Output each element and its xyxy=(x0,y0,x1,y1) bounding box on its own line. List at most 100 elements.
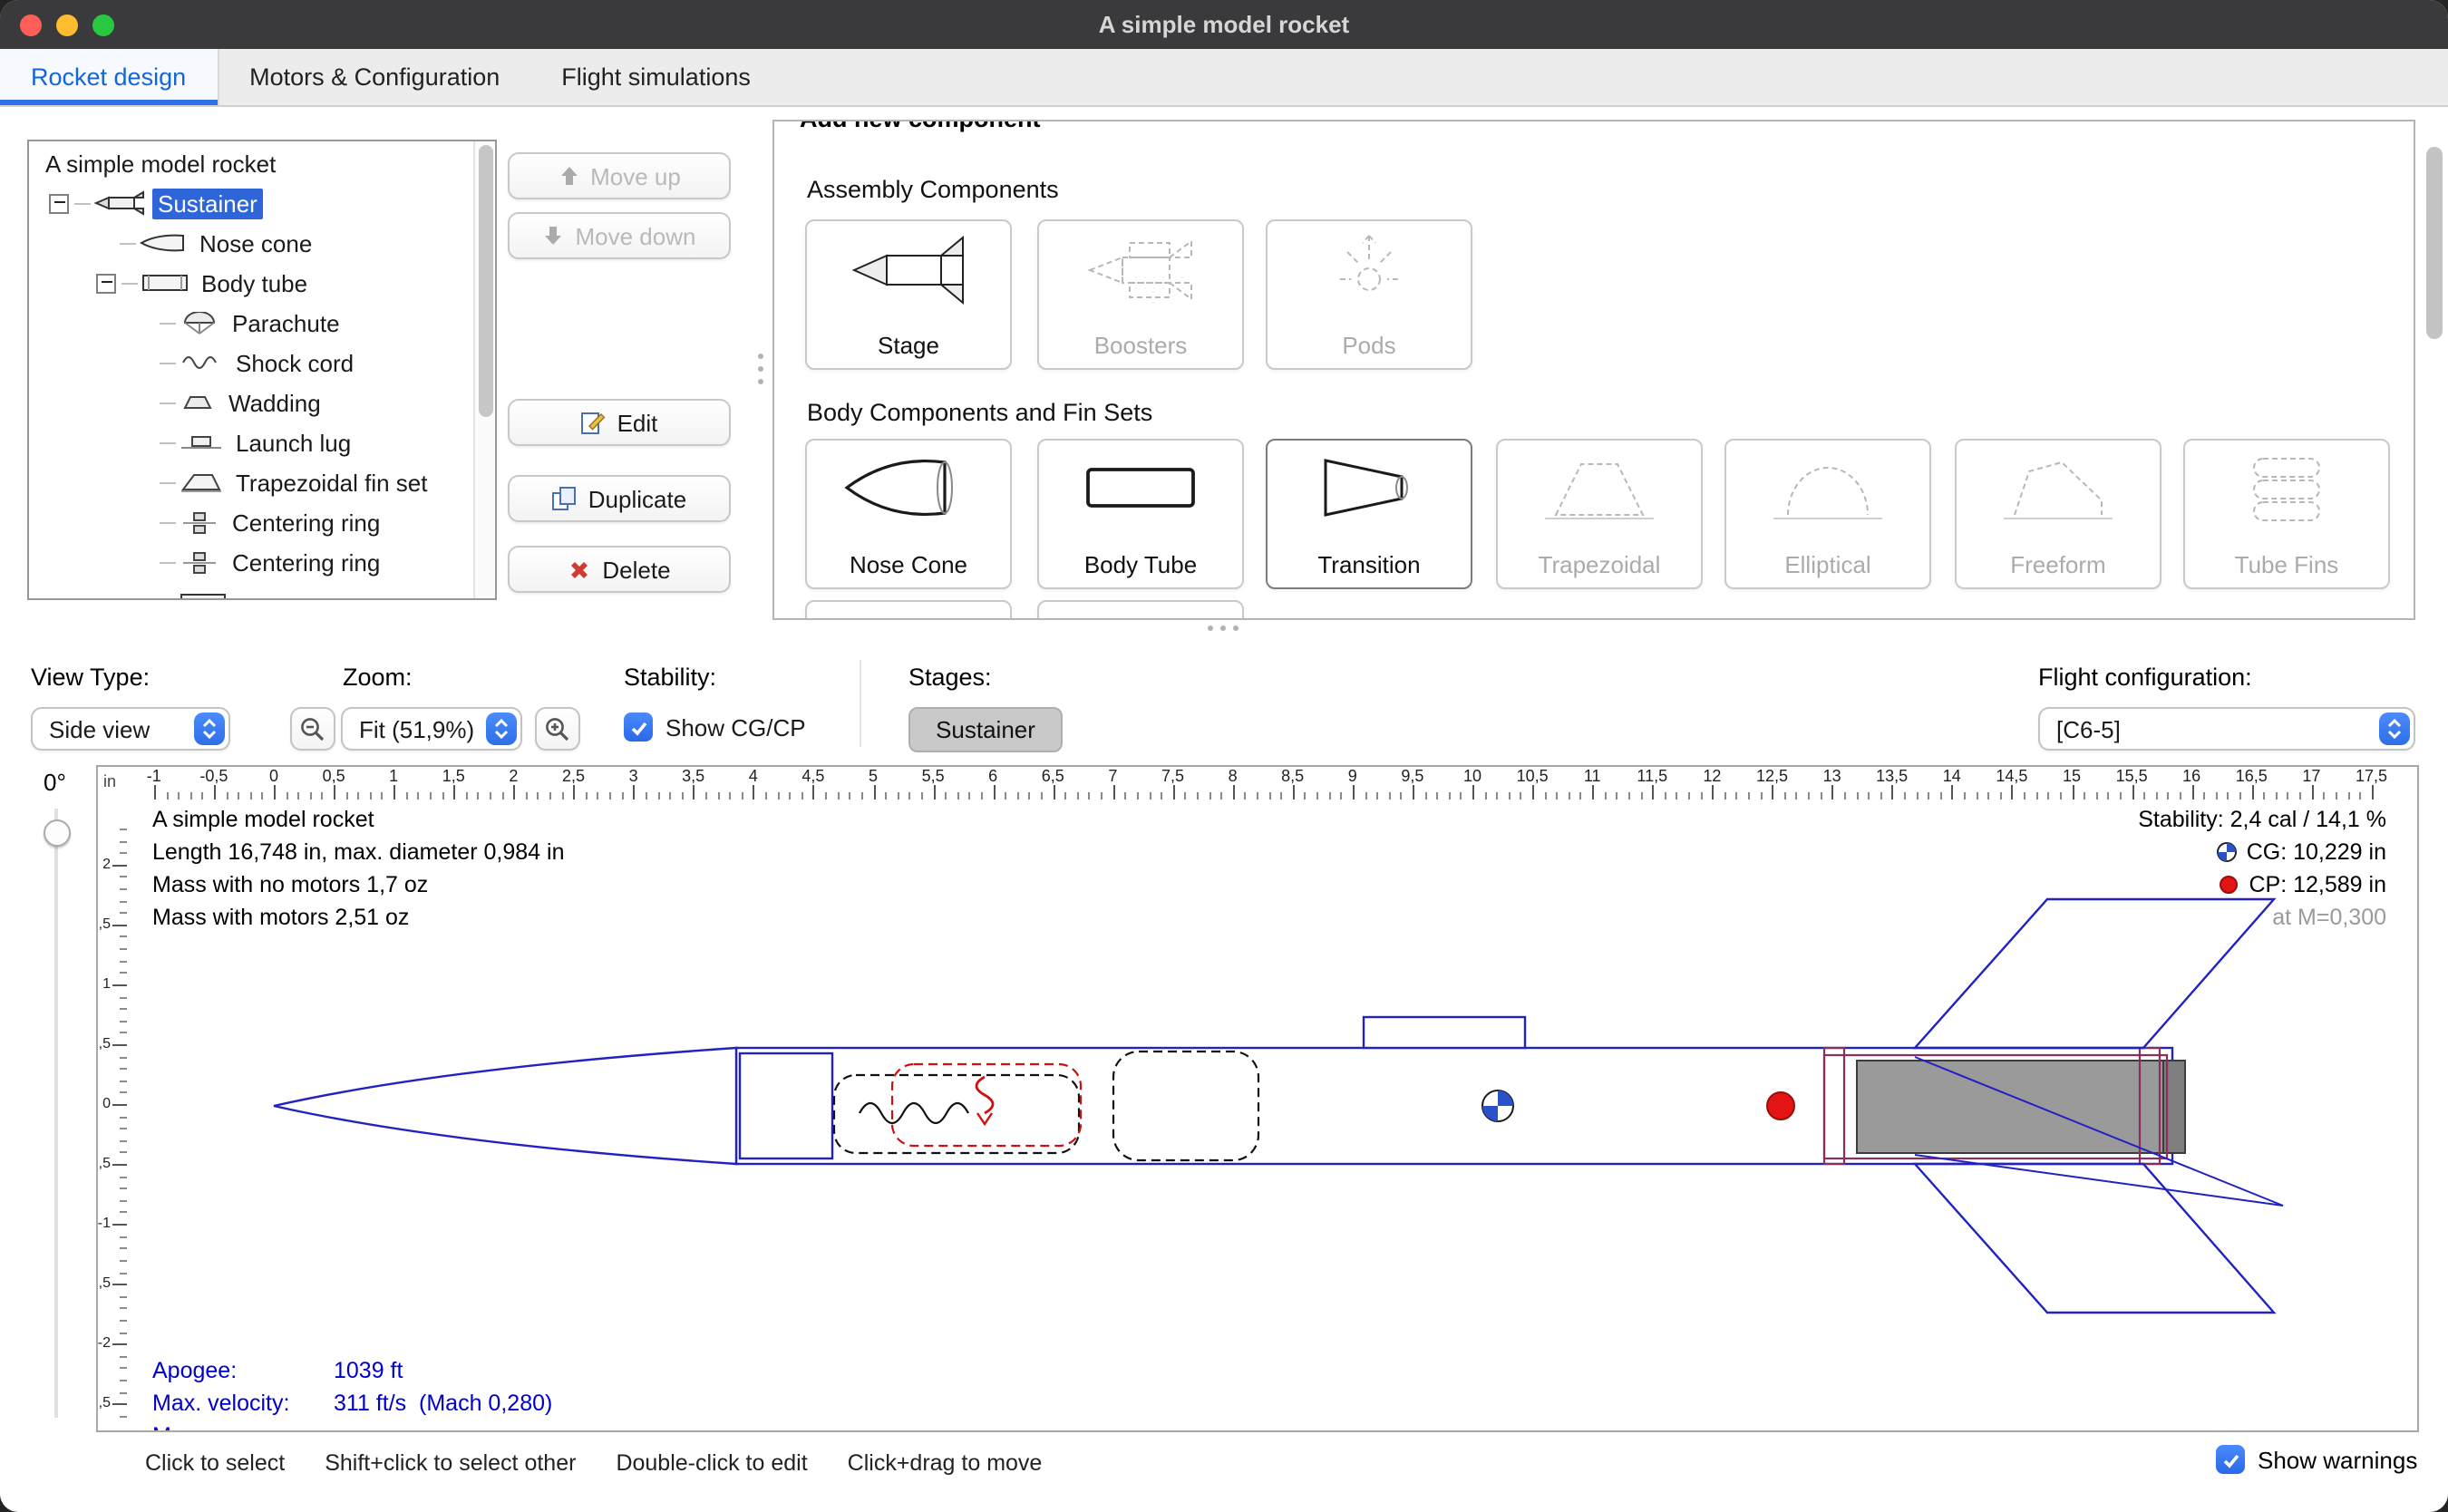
checkbox-checked-icon[interactable] xyxy=(624,712,653,741)
hint-double-click: Double-click to edit xyxy=(616,1450,807,1476)
tree-item-label: Trapezoidal fin set xyxy=(230,467,433,498)
tube-fins-icon xyxy=(2185,450,2388,526)
tree-item-parachute[interactable]: Parachute xyxy=(29,303,495,343)
close-window-button[interactable] xyxy=(20,15,42,36)
tree-item-partial[interactable] xyxy=(29,582,495,600)
view-type-select[interactable]: Side view xyxy=(31,707,230,751)
collapse-icon[interactable] xyxy=(96,273,116,293)
zoom-select[interactable]: Fit (51,9%) xyxy=(341,707,522,751)
tree-item-label: Sustainer xyxy=(152,188,263,218)
tree-item-wadding[interactable]: Wadding xyxy=(29,383,495,422)
rocket-canvas[interactable]: -1-0,500,511,522,533,544,555,566,577,588… xyxy=(96,765,2419,1432)
tree-item-shock-cord[interactable]: Shock cord xyxy=(29,343,495,383)
component-label: Stage xyxy=(878,332,939,359)
horizontal-splitter-handle[interactable] xyxy=(1208,625,1239,631)
component-body-tube-button[interactable]: Body Tube xyxy=(1037,439,1244,589)
tab-flight-simulations[interactable]: Flight simulations xyxy=(530,49,782,105)
cp-value: CP: 12,589 in xyxy=(2249,868,2387,901)
rocket-dimensions: Length 16,748 in, max. diameter 0,984 in xyxy=(152,836,564,868)
edit-icon xyxy=(581,410,607,435)
checkbox-checked-icon[interactable] xyxy=(2216,1445,2245,1474)
tree-item-sustainer[interactable]: Sustainer xyxy=(29,183,495,223)
component-nose-cone-button[interactable]: Nose Cone xyxy=(805,439,1012,589)
flight-configuration-value: [C6-5] xyxy=(2040,715,2379,742)
minimize-window-button[interactable] xyxy=(56,15,78,36)
tree-item-trapezoidal-fin-set[interactable]: Trapezoidal fin set xyxy=(29,462,495,502)
trapezoidal-fin-icon xyxy=(1498,450,1701,526)
tree-item-nose-cone[interactable]: Nose cone xyxy=(29,223,495,263)
view-type-label: View Type: xyxy=(31,664,150,691)
show-warnings-label: Show warnings xyxy=(2258,1446,2417,1473)
move-up-button: Move up xyxy=(508,152,731,199)
body-tube-icon xyxy=(141,272,189,294)
stages-label: Stages: xyxy=(908,664,992,691)
boosters-icon xyxy=(1039,230,1242,310)
edit-button[interactable]: Edit xyxy=(508,399,731,446)
duplicate-button[interactable]: Duplicate xyxy=(508,475,731,522)
tree-item-label: Wadding xyxy=(223,387,326,418)
tree-item-label: Body tube xyxy=(196,267,313,298)
show-cgcp-checkbox-row[interactable]: Show CG/CP xyxy=(624,712,806,741)
button-label: Duplicate xyxy=(588,485,686,512)
view-type-value: Side view xyxy=(33,715,194,742)
body-tube-icon xyxy=(180,591,227,600)
delete-button[interactable]: Delete xyxy=(508,546,731,593)
component-transition-button[interactable]: Transition xyxy=(1266,439,1472,589)
vertical-splitter-handle[interactable] xyxy=(758,354,763,384)
component-boosters-button: Boosters xyxy=(1037,219,1244,370)
tree-item-body-tube[interactable]: Body tube xyxy=(29,263,495,303)
stage-toggle-button[interactable]: Sustainer xyxy=(908,707,1063,752)
tree-item-rocket[interactable]: A simple model rocket xyxy=(29,143,495,183)
zoom-out-button[interactable] xyxy=(290,707,335,751)
zoom-in-button[interactable] xyxy=(535,707,580,751)
tree-item-centering-ring-1[interactable]: Centering ring xyxy=(29,502,495,542)
stage-icon xyxy=(807,230,1010,310)
zoom-label: Zoom: xyxy=(343,664,413,691)
window-title: A simple model rocket xyxy=(1099,11,1349,38)
ruler-left: 21,510,50-0,5-1-1,5-2-2,5 xyxy=(98,800,127,1430)
stability-label: Stability: xyxy=(624,664,716,691)
component-label: Transition xyxy=(1317,551,1420,578)
tab-motors-configuration[interactable]: Motors & Configuration xyxy=(219,49,530,105)
show-warnings-checkbox-row[interactable]: Show warnings xyxy=(2216,1445,2417,1474)
zoom-value: Fit (51,9%) xyxy=(343,715,486,742)
component-label: Boosters xyxy=(1094,332,1188,359)
show-cgcp-label: Show CG/CP xyxy=(665,713,806,741)
flight-configuration-select[interactable]: [C6-5] xyxy=(2038,707,2415,751)
arrow-up-icon xyxy=(558,165,579,187)
rotation-slider-track[interactable] xyxy=(54,809,58,1418)
nose-cone-icon xyxy=(807,450,1010,526)
component-partial-button-2 xyxy=(1037,600,1244,620)
tree-item-label: Centering ring xyxy=(227,507,385,538)
centering-ring-icon xyxy=(180,510,219,534)
section-body-components: Body Components and Fin Sets xyxy=(807,399,1152,426)
tree-item-label: Parachute xyxy=(227,307,345,338)
component-label: Pods xyxy=(1342,332,1395,359)
arrow-down-icon xyxy=(543,225,565,247)
chevron-updown-icon xyxy=(2379,712,2410,745)
freeform-fin-icon xyxy=(1957,450,2160,526)
zoom-window-button[interactable] xyxy=(92,15,114,36)
section-assembly-components: Assembly Components xyxy=(807,176,1059,203)
component-label: Tube Fins xyxy=(2235,551,2339,578)
flight-configuration-label: Flight configuration: xyxy=(2038,664,2252,691)
panel-title: Add new component xyxy=(789,120,1052,132)
component-tree: A simple model rocket Sustainer Nose con… xyxy=(27,140,497,600)
panel-scrollbar-thumb[interactable] xyxy=(2426,147,2443,339)
cp-icon xyxy=(2219,874,2240,896)
launch-lug-icon xyxy=(180,431,223,453)
button-label: Move down xyxy=(576,222,696,249)
apogee-value: 1039 ft xyxy=(334,1358,403,1383)
tree-item-centering-ring-2[interactable]: Centering ring xyxy=(29,542,495,582)
tree-scrollbar[interactable] xyxy=(473,141,495,598)
rotation-slider-thumb[interactable] xyxy=(44,819,71,847)
tab-rocket-design[interactable]: Rocket design xyxy=(0,49,219,105)
component-stage-button[interactable]: Stage xyxy=(805,219,1012,370)
panel-scrollbar[interactable] xyxy=(2426,140,2444,616)
rocket-icon xyxy=(94,190,145,216)
tree-scrollbar-thumb[interactable] xyxy=(479,145,493,417)
tree-item-launch-lug[interactable]: Launch lug xyxy=(29,422,495,462)
collapse-icon[interactable] xyxy=(49,193,69,213)
ruler-unit: in xyxy=(103,772,116,790)
chevron-updown-icon xyxy=(486,712,517,745)
